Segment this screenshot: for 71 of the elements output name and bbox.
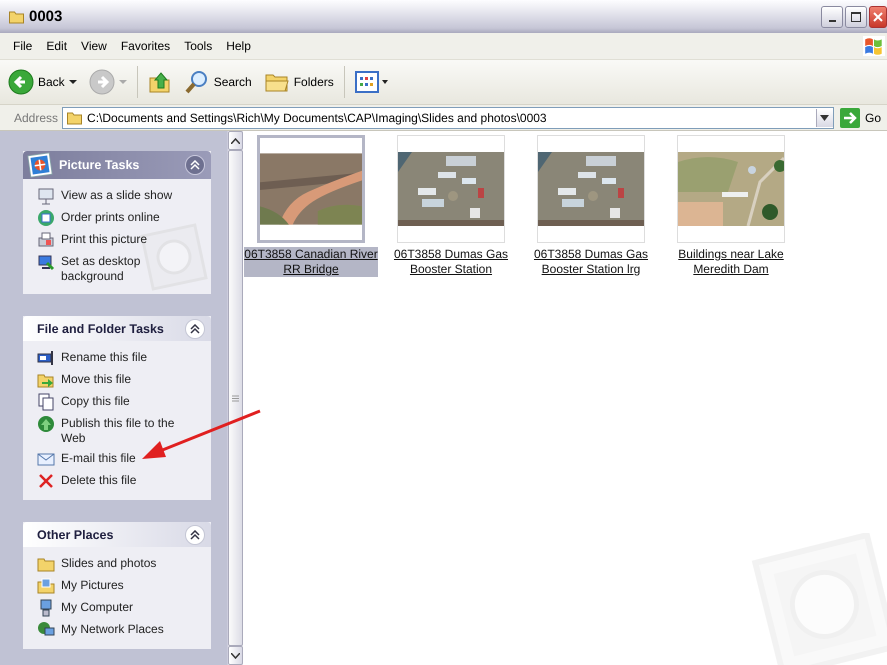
thumbnail-frame[interactable] (397, 135, 505, 243)
file-name[interactable]: Buildings near Lake Meredith Dam (664, 247, 798, 277)
task-link[interactable]: Print this picture (37, 231, 203, 249)
maximize-icon (851, 12, 861, 22)
task-link[interactable]: Order prints online (37, 209, 203, 227)
back-button[interactable]: Back (4, 66, 81, 98)
scroll-down-icon[interactable] (231, 652, 240, 658)
collapse-icon[interactable] (185, 318, 205, 338)
minimize-icon (828, 20, 836, 22)
menu-item[interactable]: View (74, 39, 114, 53)
globe-photo-icon (37, 209, 55, 227)
address-label: Address (14, 110, 58, 124)
thumbnail-frame[interactable] (537, 135, 645, 243)
task-link[interactable]: Set as desktop background (37, 253, 203, 284)
panel-header[interactable]: File and Folder Tasks (23, 316, 211, 341)
chevrons-icon (190, 160, 200, 170)
menu-item[interactable]: File (6, 39, 40, 53)
rename-icon (37, 349, 55, 367)
copy-icon (37, 393, 55, 411)
photo-icon (27, 152, 53, 178)
task-link[interactable]: Publish this file to the Web (37, 415, 203, 446)
task-link[interactable]: Rename this file (37, 349, 203, 367)
window-title: 0003 (29, 8, 62, 25)
views-icon (354, 71, 389, 93)
panel-header[interactable]: Other Places (23, 522, 211, 547)
folders-button[interactable]: Folders (260, 67, 338, 97)
scroll-up-icon[interactable] (231, 138, 240, 144)
task-link[interactable]: E-mail this file (37, 450, 203, 468)
task-link[interactable]: Slides and photos (37, 555, 203, 573)
windows-flag-icon (863, 36, 885, 56)
dropdown-caret-icon[interactable] (820, 114, 830, 120)
scrollbar[interactable] (227, 131, 243, 665)
minimize-button[interactable] (821, 6, 843, 28)
panel-header[interactable]: Picture Tasks (23, 151, 211, 179)
task-link[interactable]: My Pictures (37, 577, 203, 595)
menu-item[interactable]: Favorites (114, 39, 178, 53)
close-button[interactable] (869, 6, 887, 28)
task-link[interactable]: Move this file (37, 371, 203, 389)
thumbnail-frame[interactable] (677, 135, 785, 243)
task-link[interactable]: My Computer (37, 599, 203, 617)
projector-screen-icon (37, 187, 55, 205)
caret-icon (68, 79, 77, 85)
folder-icon (8, 10, 25, 24)
maximize-button[interactable] (845, 6, 867, 28)
close-icon (873, 12, 883, 22)
address-field[interactable]: C:\Documents and Settings\Rich\My Documents\CAP\Imaging\Slides and photos\0003 (62, 106, 834, 128)
task-link[interactable]: Delete this file (37, 472, 203, 490)
task-link[interactable]: View as a slide show (37, 187, 203, 205)
folder-up-icon (148, 70, 172, 94)
caret-icon (118, 79, 127, 85)
file-name[interactable]: 06T3858 Dumas Gas Booster Station lrg (524, 247, 658, 277)
task-link[interactable]: My Network Places (37, 621, 203, 639)
task-link[interactable]: Copy this file (37, 393, 203, 411)
thumbnail-frame[interactable] (257, 135, 365, 243)
folder-icon (66, 110, 84, 124)
file-name[interactable]: 06T3858 Dumas Gas Booster Station (384, 247, 518, 277)
search-icon (184, 69, 210, 95)
picture-folder-icon (37, 577, 55, 595)
delete-icon (37, 472, 55, 490)
printer-icon (37, 231, 55, 249)
search-button[interactable]: Search (180, 66, 256, 98)
menu-item[interactable]: Tools (177, 39, 220, 53)
monitor-icon (37, 253, 55, 271)
grip-icon[interactable] (232, 394, 239, 402)
collapse-icon[interactable] (185, 524, 205, 544)
file-name[interactable]: 06T3858 Canadian River RR Bridge (244, 247, 378, 277)
go-button[interactable]: Go (838, 108, 883, 128)
chevrons-icon (190, 324, 200, 334)
menu-item[interactable]: Help (219, 39, 258, 53)
chevrons-icon (190, 530, 200, 540)
menu-item[interactable]: Edit (39, 39, 74, 53)
